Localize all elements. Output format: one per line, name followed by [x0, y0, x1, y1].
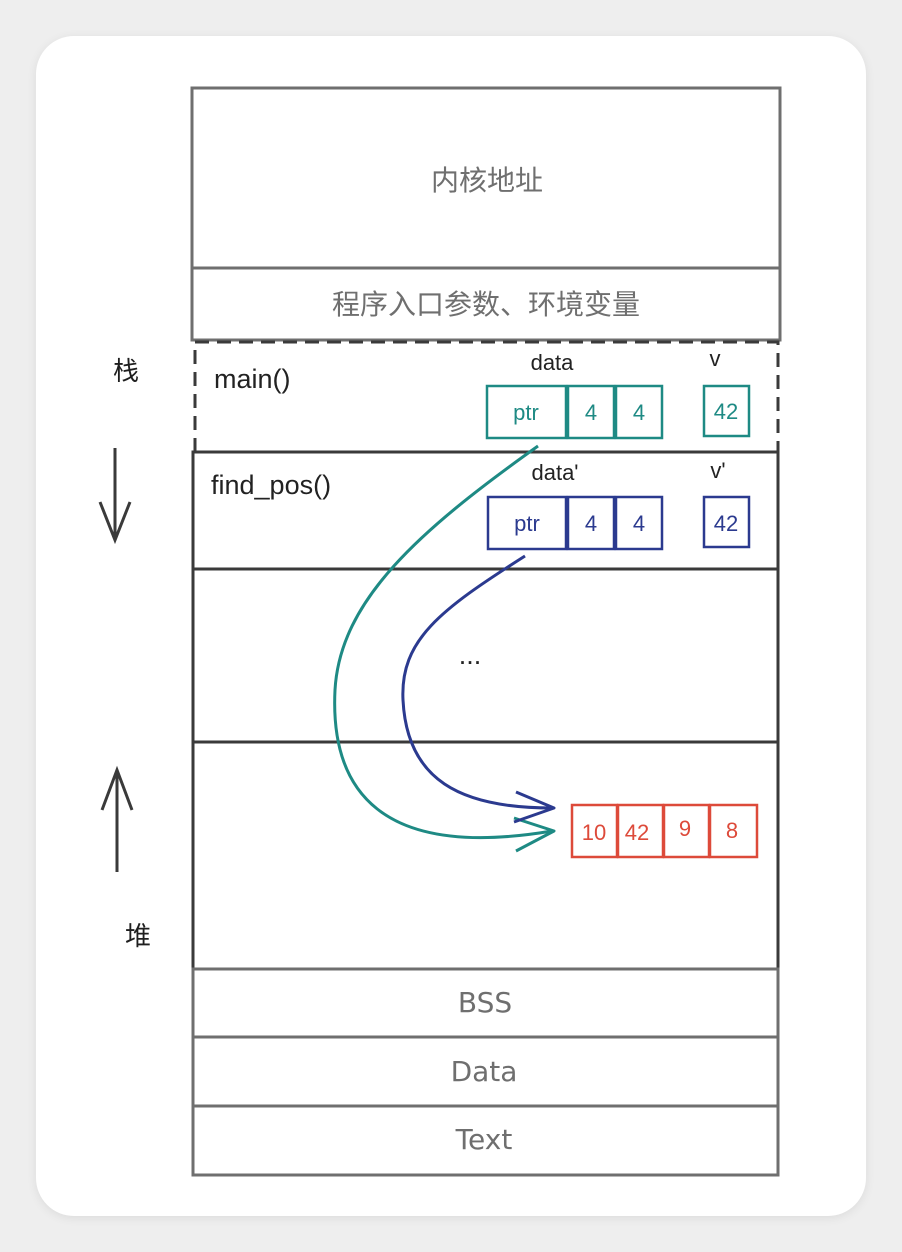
main-cell-len: 4: [585, 400, 597, 425]
find-pos-cell-len: 4: [585, 511, 597, 536]
main-v-value: 42: [714, 399, 738, 424]
heap-growth-up-arrow-icon: [100, 765, 134, 872]
find-pos-cell-ptr: ptr: [514, 511, 540, 536]
kernel-region: 内核地址: [190, 86, 782, 270]
env-region-label: 程序入口参数、环境变量: [332, 288, 640, 321]
gap-region: ...: [191, 567, 780, 744]
memory-layout-diagram: 内核地址 程序入口参数、环境变量 find_pos() ... BSS Data…: [98, 86, 782, 1177]
stack-growth-down-arrow-icon: [98, 448, 132, 545]
find-pos-data-label: data': [531, 460, 578, 485]
main-data-label: data: [531, 350, 575, 375]
heap-cell-3: 8: [726, 818, 738, 843]
main-cell-cap: 4: [633, 400, 645, 425]
stack-label: 栈: [113, 357, 139, 387]
heap-region: [191, 740, 780, 971]
data-region: Data: [191, 1035, 780, 1108]
bss-region: BSS: [191, 967, 780, 1039]
data-region-label: Data: [451, 1055, 518, 1088]
gap-ellipsis: ...: [459, 640, 482, 670]
main-v-label: v: [710, 346, 721, 371]
find-pos-frame: find_pos(): [191, 450, 780, 571]
bss-region-label: BSS: [458, 986, 512, 1019]
main-frame-name: main(): [214, 364, 291, 394]
heap-cell-1: 42: [625, 820, 649, 845]
heap-cell-2: 9: [679, 816, 691, 841]
find-pos-ptr-arrow: [401, 554, 553, 810]
heap-cell-0: 10: [582, 820, 606, 845]
heap-label: 堆: [125, 922, 151, 952]
kernel-region-label: 内核地址: [431, 164, 543, 197]
main-cell-ptr: ptr: [513, 400, 539, 425]
find-pos-frame-name: find_pos(): [211, 470, 331, 500]
find-pos-v-label: v': [710, 458, 725, 483]
text-region-label: Text: [455, 1123, 513, 1156]
find-pos-cell-cap: 4: [633, 511, 645, 536]
find-pos-v-value: 42: [714, 511, 738, 536]
text-region: Text: [191, 1104, 780, 1177]
env-region: 程序入口参数、环境变量: [190, 266, 782, 342]
main-ptr-arrow: [333, 444, 553, 840]
